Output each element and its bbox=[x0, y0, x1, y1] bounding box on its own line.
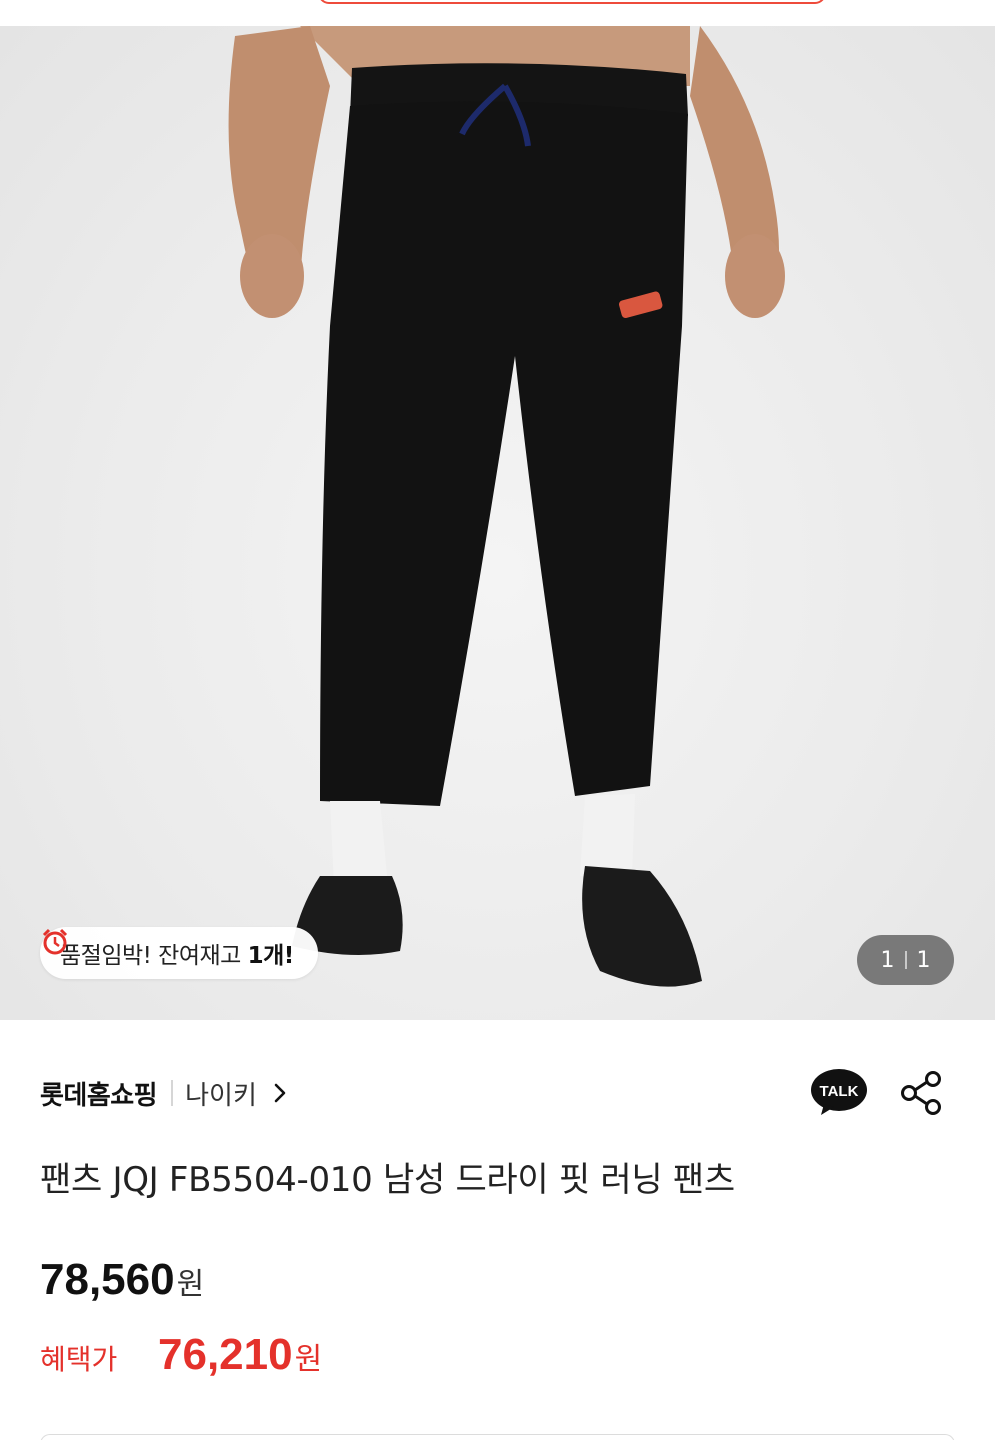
product-image-gallery[interactable]: 품절임박! 잔여재고 1개! 1 1 bbox=[0, 26, 995, 1020]
price-currency: 원 bbox=[176, 1267, 205, 1302]
kakao-talk-button[interactable]: TALK bbox=[810, 1068, 868, 1118]
next-section-edge bbox=[40, 1434, 955, 1440]
price-row: 78,560 원 bbox=[40, 1255, 204, 1305]
benefit-currency: 원 bbox=[294, 1342, 323, 1377]
benefit-price: 76,210 bbox=[158, 1330, 293, 1379]
top-action-pill[interactable] bbox=[318, 0, 826, 4]
counter-divider bbox=[904, 951, 907, 969]
store-name[interactable]: 롯데홈쇼핑 bbox=[40, 1075, 158, 1112]
product-title: 팬츠 JQJ FB5504-010 남성 드라이 핏 러닝 팬츠 bbox=[40, 1160, 735, 1200]
seller-divider bbox=[171, 1080, 174, 1106]
gallery-page-counter: 1 1 bbox=[857, 935, 954, 985]
brand-link[interactable]: 나이키 bbox=[185, 1075, 257, 1112]
low-stock-badge: 품절임박! 잔여재고 1개! bbox=[40, 927, 318, 979]
seller-row: 롯데홈쇼핑 나이키 TALK bbox=[40, 1068, 955, 1118]
stock-count: 1개! bbox=[247, 943, 295, 969]
gallery-total: 1 bbox=[916, 947, 931, 973]
product-photo bbox=[228, 26, 785, 987]
share-button[interactable] bbox=[898, 1068, 944, 1118]
gallery-current: 1 bbox=[880, 947, 895, 973]
low-stock-text: 품절임박! 잔여재고 1개! bbox=[60, 943, 295, 969]
benefit-price-row: 혜택가 76,210 원 bbox=[40, 1330, 322, 1380]
share-icon bbox=[901, 1071, 941, 1115]
original-price: 78,560 bbox=[40, 1255, 175, 1304]
chevron-right-icon[interactable] bbox=[273, 1082, 287, 1104]
benefit-label: 혜택가 bbox=[40, 1343, 118, 1376]
talk-label: TALK bbox=[820, 1083, 859, 1100]
alarm-clock-icon bbox=[42, 928, 68, 955]
talk-bubble-icon: TALK bbox=[811, 1069, 867, 1115]
